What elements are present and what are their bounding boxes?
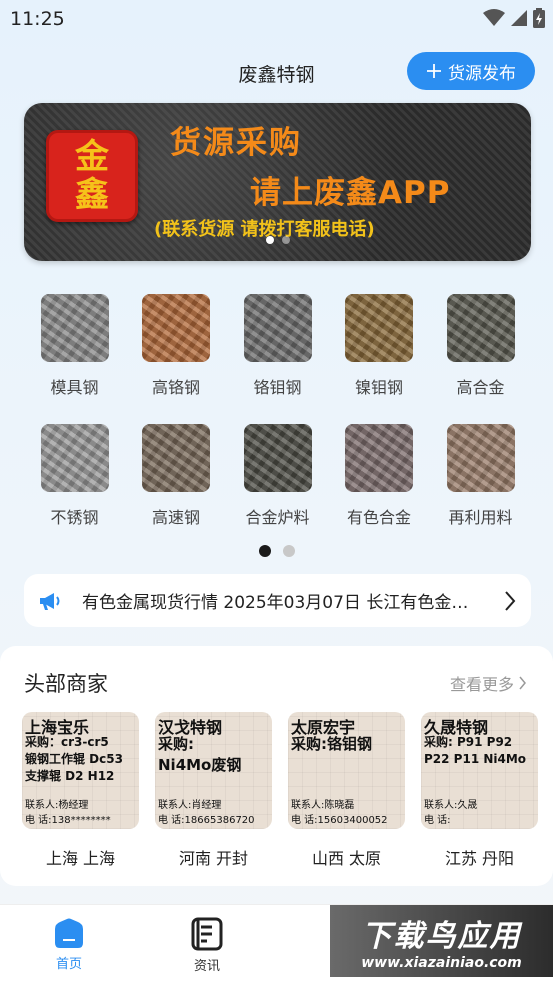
nav-label-news: 资讯 [193, 959, 220, 974]
watermark-title: 下载鸟应用 [361, 919, 522, 954]
banner-headline: 货源采购 [170, 125, 302, 161]
category-item[interactable]: 高铬钢 [126, 294, 227, 424]
status-time: 11:25 [10, 8, 65, 30]
merchant-card-purchase: 采购：cr3-cr5 锻钢工作辊 Dc53 支撑辊 D2 H12 [25, 735, 123, 783]
notice-text: 有色金属现货行情 2025年03月07日 长江有色金属现货行情 [82, 593, 472, 613]
category-item[interactable]: 不锈钢 [24, 424, 125, 554]
category-thumbnail [243, 294, 312, 362]
category-item[interactable]: 铬钼钢 [227, 294, 328, 424]
page-dot[interactable] [258, 545, 271, 557]
merchant-image: 上海宝乐 采购：cr3-cr5 锻钢工作辊 Dc53 支撑辊 D2 H12 联系… [22, 712, 139, 829]
category-label: 铬钼钢 [253, 378, 302, 397]
plus-icon [427, 64, 441, 78]
category-label: 模具钢 [50, 378, 99, 397]
news-icon [191, 917, 223, 951]
merchant-card-purchase: 采购:铬钼钢 [291, 735, 372, 753]
category-thumbnail [345, 424, 413, 492]
banner-logo: 金 鑫 [46, 130, 138, 222]
merchant-location: 江苏 丹阳 [444, 849, 515, 868]
category-grid: 模具钢 高铬钢 铬钼钢 镍钼钢 高合金 不锈钢 高速钢 合金炉料 有色合金 再利… [24, 294, 531, 554]
category-item[interactable]: 再利用料 [430, 424, 531, 554]
category-thumbnail [446, 294, 515, 362]
nav-item-news[interactable]: 资讯 [172, 917, 242, 974]
banner-indicator [24, 236, 531, 244]
category-label: 高速钢 [151, 508, 200, 527]
banner-subheadline: 请上废鑫APP [250, 175, 451, 211]
merchant-location: 上海 上海 [45, 849, 116, 868]
status-icons [483, 8, 545, 28]
category-label: 高铬钢 [151, 378, 200, 397]
merchant-image: 久晟特钢 采购: P91 P92 P22 P11 Ni4Mo 联系人:久晟 电 … [421, 712, 538, 829]
merchant-card[interactable]: 久晟特钢 采购: P91 P92 P22 P11 Ni4Mo 联系人:久晟 电 … [421, 712, 538, 869]
nav-item-home[interactable]: 首页 [34, 917, 104, 972]
merchant-card-contact: 联系人:久晟 电 话: [424, 800, 478, 826]
signal-icon [511, 10, 527, 26]
megaphone-icon [40, 592, 60, 610]
watermark-url: www.xiazainiao.com [361, 955, 522, 971]
merchant-card-contact: 联系人:杨经理 电 话:138******** [25, 800, 111, 826]
category-item[interactable]: 合金炉料 [227, 424, 328, 554]
merchant-card-contact: 联系人:肖经理 电 话:18665386720 [158, 800, 255, 826]
merchant-image: 汉戈特钢 采购: Ni4Mo废钢 联系人:肖经理 电 话:18665386720 [155, 712, 272, 829]
page-dot[interactable] [282, 545, 295, 557]
chevron-right-icon [519, 676, 526, 690]
category-row: 模具钢 高铬钢 铬钼钢 镍钼钢 高合金 [24, 294, 531, 424]
home-icon [55, 918, 83, 948]
view-more-label: 查看更多 [449, 675, 514, 694]
category-thumbnail [142, 424, 210, 492]
banner-logo-bottom: 鑫 [75, 175, 109, 215]
category-thumbnail [446, 424, 515, 492]
chevron-right-icon [505, 590, 516, 611]
merchant-card[interactable]: 上海宝乐 采购：cr3-cr5 锻钢工作辊 Dc53 支撑辊 D2 H12 联系… [22, 712, 139, 869]
category-item[interactable]: 有色合金 [329, 424, 430, 554]
category-thumbnail [345, 294, 413, 362]
merchant-card-contact: 联系人:陈晓磊 电 话:15603400052 [291, 800, 388, 826]
category-label: 不锈钢 [50, 508, 99, 527]
merchant-card[interactable]: 汉戈特钢 采购: Ni4Mo废钢 联系人:肖经理 电 话:18665386720… [155, 712, 272, 869]
top-merchants-section: 头部商家 查看更多 上海宝乐 采购：cr3-cr5 锻钢工作辊 Dc53 支撑辊… [0, 646, 553, 886]
merchant-list: 上海宝乐 采购：cr3-cr5 锻钢工作辊 Dc53 支撑辊 D2 H12 联系… [22, 712, 553, 869]
category-label: 有色合金 [346, 508, 411, 527]
category-item[interactable]: 模具钢 [24, 294, 125, 424]
banner-dot [281, 236, 290, 244]
view-more-link[interactable]: 查看更多 [450, 671, 527, 695]
wifi-icon [483, 9, 505, 26]
banner-logo-top: 金 [75, 137, 109, 177]
merchant-card[interactable]: 太原宏宇 采购:铬钼钢 联系人:陈晓磊 电 话:15603400052 山西 太… [288, 712, 405, 869]
category-item[interactable]: 高速钢 [126, 424, 227, 554]
category-label: 再利用料 [448, 508, 513, 527]
category-thumbnail [142, 294, 210, 362]
banner-carousel[interactable]: 金 鑫 货源采购 请上废鑫APP (联系货源 请拨打客服电话) [24, 103, 531, 261]
status-bar: 11:25 [0, 0, 553, 40]
category-label: 高合金 [456, 378, 505, 397]
market-notice-bar[interactable]: 有色金属现货行情 2025年03月07日 长江有色金属现货行情 [24, 574, 531, 627]
watermark-logo: 下载鸟应用 www.xiazainiao.com [330, 905, 553, 977]
banner-dot [265, 236, 274, 244]
battery-icon [533, 8, 545, 28]
merchant-card-purchase: 采购: P91 P92 P22 P11 Ni4Mo [424, 735, 527, 766]
category-thumbnail [40, 424, 109, 492]
merchant-location: 河南 开封 [178, 849, 249, 868]
category-thumbnail [40, 294, 109, 362]
category-label: 镍钼钢 [354, 378, 403, 397]
category-thumbnail [243, 424, 312, 492]
publish-supply-button[interactable]: 货源发布 [407, 52, 535, 90]
category-label: 合金炉料 [245, 508, 310, 527]
section-title: 头部商家 [24, 672, 108, 696]
nav-label-home: 首页 [55, 957, 82, 972]
merchant-location: 山西 太原 [311, 849, 382, 868]
merchant-card-purchase: 采购: Ni4Mo废钢 [158, 735, 242, 774]
category-item[interactable]: 高合金 [430, 294, 531, 424]
category-page-indicator [0, 545, 553, 557]
publish-supply-label: 货源发布 [448, 63, 516, 84]
category-row: 不锈钢 高速钢 合金炉料 有色合金 再利用料 [24, 424, 531, 554]
category-item[interactable]: 镍钼钢 [329, 294, 430, 424]
merchant-image: 太原宏宇 采购:铬钼钢 联系人:陈晓磊 电 话:15603400052 [288, 712, 405, 829]
header: 废鑫特钢 货源发布 [0, 52, 553, 92]
